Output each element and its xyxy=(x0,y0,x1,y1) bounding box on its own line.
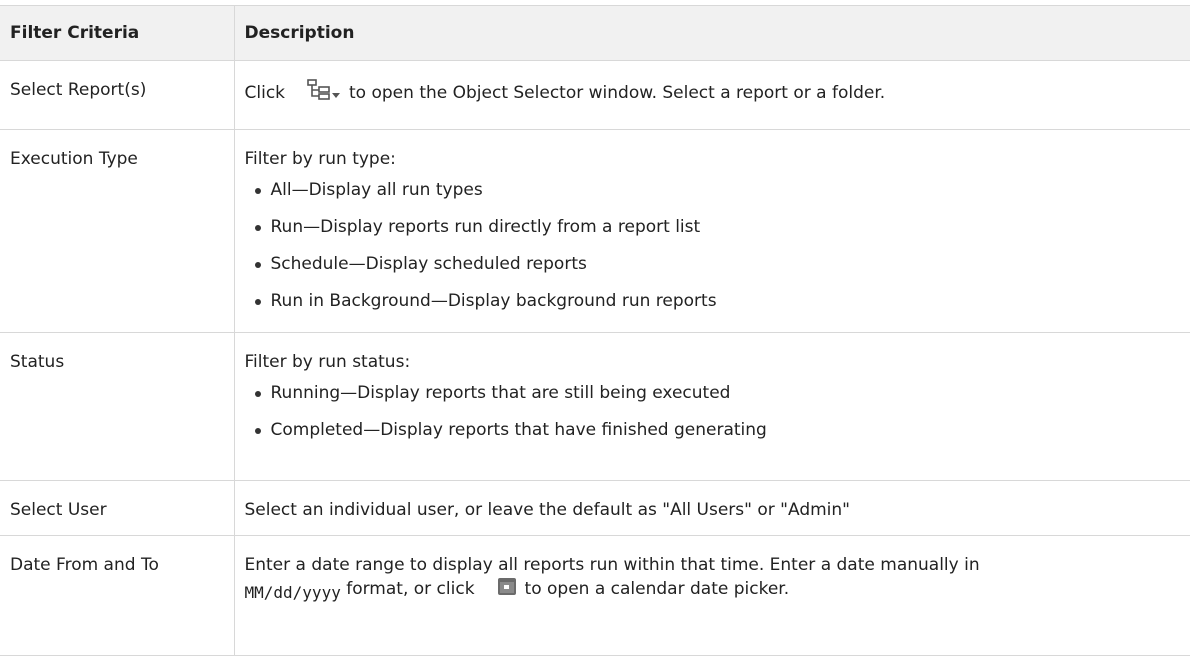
list-item: Run—Display reports run directly from a … xyxy=(245,216,1190,238)
desc-date-mid: format, or click xyxy=(346,579,475,599)
criteria-select-reports: Select Report(s) xyxy=(10,80,147,100)
header-description: Description xyxy=(233,5,1190,61)
desc-select-reports: Click to open the Object Selector window… xyxy=(245,61,1190,107)
desc-execution-type-intro: Filter by run type: xyxy=(244,149,396,169)
desc-click-text: Click xyxy=(244,83,286,103)
desc-select-reports-rest: to open the Object Selector window. Sele… xyxy=(349,83,886,103)
list-item: Running—Display reports that are still b… xyxy=(245,382,1190,404)
criteria-status: Status xyxy=(10,352,65,372)
desc-select-user: Select an individual user, or leave the … xyxy=(244,500,851,520)
criteria-select-user: Select User xyxy=(10,500,107,520)
header-filter-criteria: Filter Criteria xyxy=(0,5,235,61)
table-row: Select User Select an individual user, o… xyxy=(0,480,1190,536)
date-format-code: MM/dd/yyyy xyxy=(244,583,341,602)
object-selector-icon xyxy=(307,79,341,107)
table-row: Execution Type Filter by run type: All—D… xyxy=(0,129,1190,333)
list-item: Completed—Display reports that have fini… xyxy=(245,419,1190,441)
criteria-date-range: Date From and To xyxy=(10,555,159,575)
execution-type-list: All—Display all run types Run—Display re… xyxy=(245,179,1190,312)
list-item: Schedule—Display scheduled reports xyxy=(245,253,1190,275)
list-item: All—Display all run types xyxy=(245,179,1190,201)
filter-criteria-table: Filter Criteria Description Select Repor… xyxy=(0,5,1190,656)
desc-status-intro: Filter by run status: xyxy=(244,352,411,372)
criteria-execution-type: Execution Type xyxy=(10,149,138,169)
table-header-row: Filter Criteria Description xyxy=(0,5,1190,61)
table-row: Status Filter by run status: Running—Dis… xyxy=(0,332,1190,481)
table-row: Date From and To Enter a date range to d… xyxy=(0,535,1190,656)
table-row: Select Report(s) Click to open the Objec… xyxy=(0,60,1190,130)
desc-date-range: Enter a date range to display all report… xyxy=(245,536,1190,602)
desc-date-line1: Enter a date range to display all report… xyxy=(244,555,980,575)
desc-date-end: to open a calendar date picker. xyxy=(524,579,790,599)
list-item: Run in Background—Display background run… xyxy=(245,290,1190,312)
status-list: Running—Display reports that are still b… xyxy=(245,382,1190,441)
calendar-icon xyxy=(497,576,517,602)
